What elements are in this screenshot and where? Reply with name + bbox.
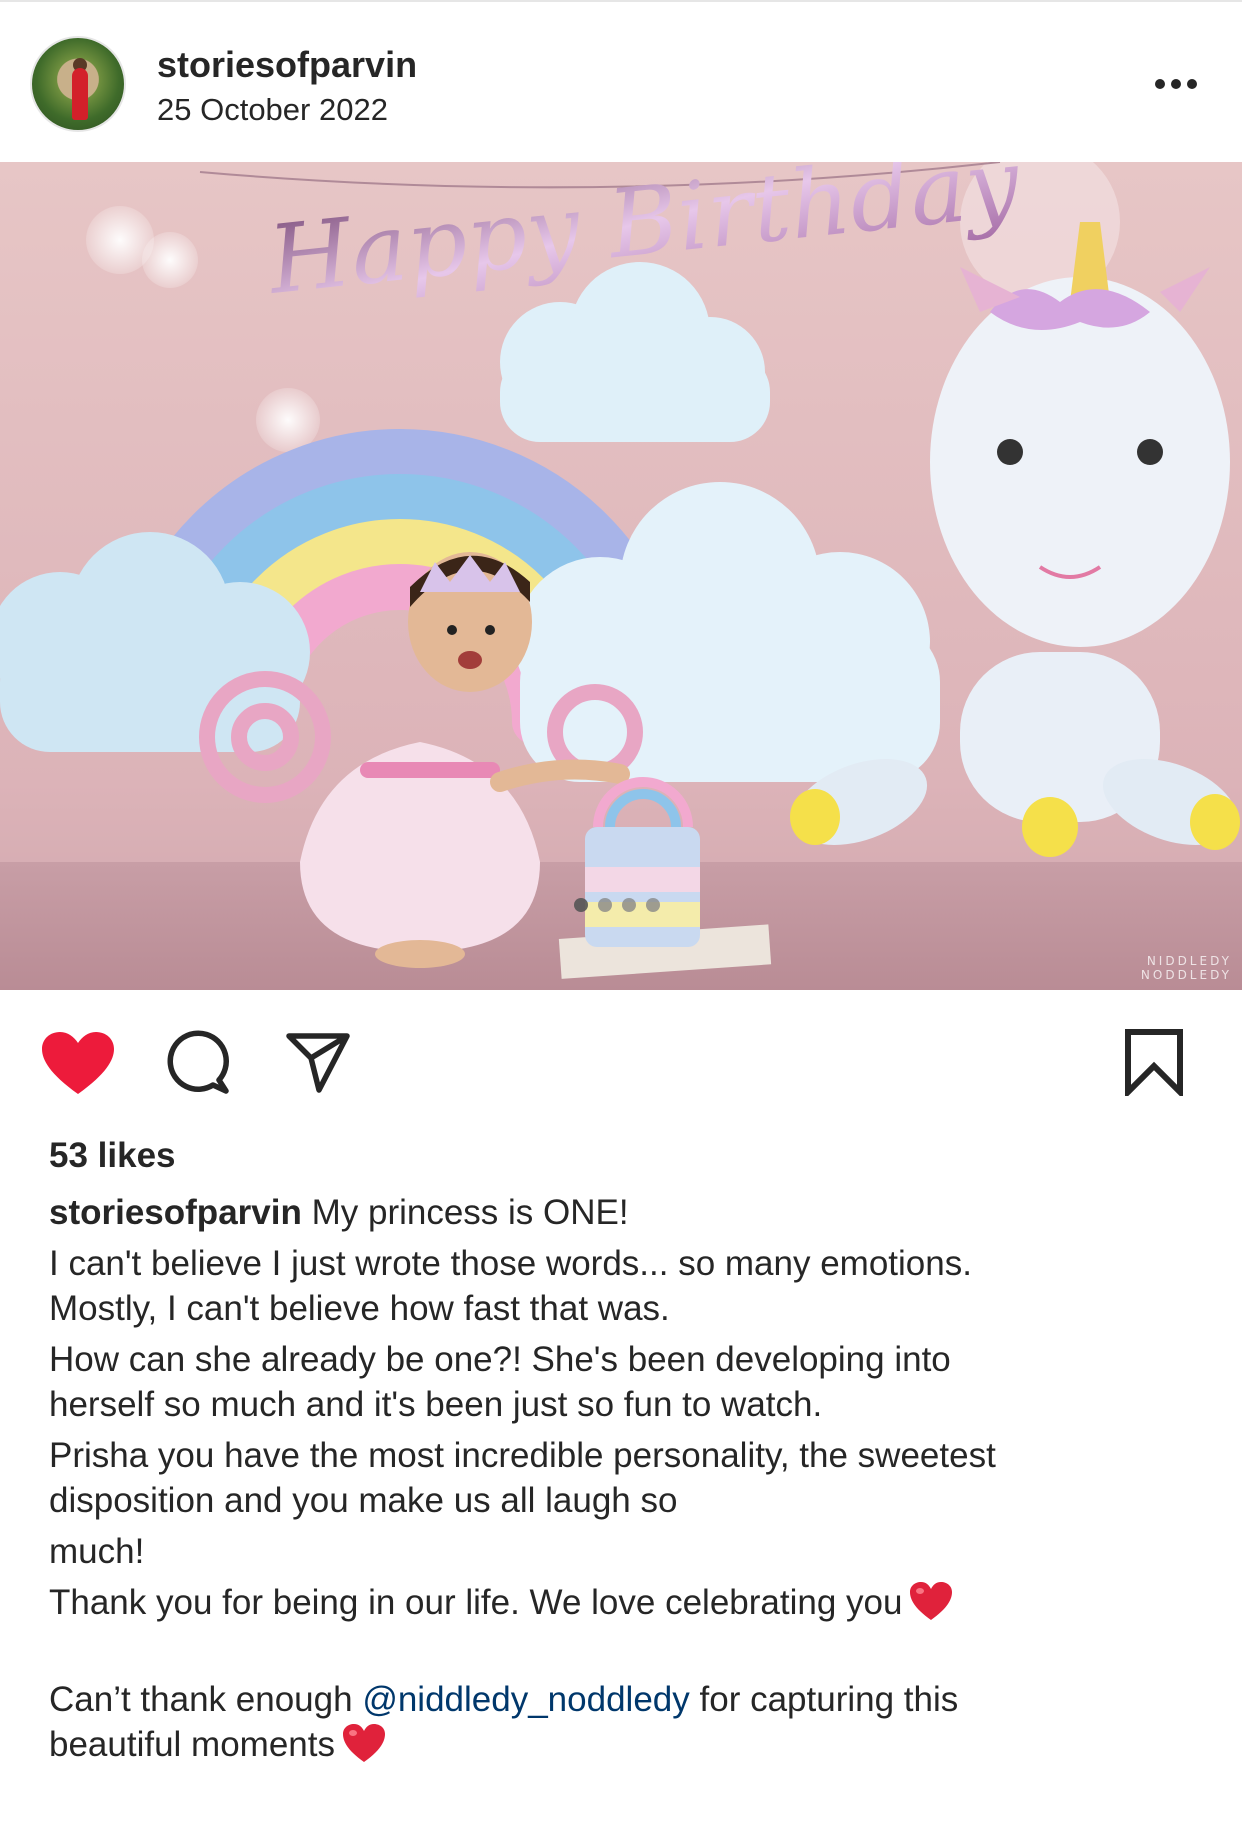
share-icon[interactable]: [285, 1028, 351, 1094]
avatar[interactable]: [30, 36, 126, 132]
caption-line: Can’t thank enough @niddledy_noddledy fo…: [49, 1677, 1209, 1722]
caption-text: Thank you for being in our life. We love…: [49, 1583, 903, 1622]
carousel-dot: [598, 898, 612, 912]
carousel-dot: [646, 898, 660, 912]
caption-text: beautiful moments: [49, 1725, 335, 1764]
caption-line: beautiful moments: [49, 1722, 1209, 1767]
caption-line: much!: [49, 1532, 145, 1571]
red-heart-emoji: [342, 1724, 385, 1762]
post-date: 25 October 2022: [157, 92, 388, 127]
watermark: NIDDLEDY: [1147, 954, 1232, 968]
caption-text: My princess is ONE!: [311, 1193, 629, 1232]
caption-text: Can’t thank enough: [49, 1680, 353, 1719]
comment-icon[interactable]: [165, 1030, 231, 1096]
action-bar: [0, 1020, 1242, 1100]
caption-line: Thank you for being in our life. We love…: [49, 1580, 1209, 1625]
heart-icon[interactable]: [40, 1030, 116, 1096]
caption-line: I can't believe I just wrote those words…: [49, 1244, 972, 1283]
caption-line: disposition and you make us all laugh so: [49, 1481, 678, 1520]
post-caption: storiesofparvin My princess is ONE! I ca…: [49, 1190, 1209, 1767]
more-options-icon[interactable]: [1152, 64, 1200, 104]
watermark: NODDLEDY: [1141, 968, 1232, 982]
carousel-dot-active: [574, 898, 588, 912]
caption-line: Prisha you have the most incredible pers…: [49, 1436, 996, 1475]
carousel-dot: [622, 898, 636, 912]
avatar-figure: [72, 68, 88, 120]
caption-line: herself so much and it's been just so fu…: [49, 1385, 823, 1424]
bookmark-icon[interactable]: [1124, 1028, 1184, 1096]
caption-text: for capturing this: [699, 1680, 959, 1719]
mention-link[interactable]: @niddledy_noddledy: [362, 1680, 689, 1719]
likes-count[interactable]: 53 likes: [49, 1136, 176, 1176]
caption-line: Mostly, I can't believe how fast that wa…: [49, 1289, 670, 1328]
bokeh-light: [256, 388, 320, 452]
post-username[interactable]: storiesofparvin: [157, 44, 417, 86]
post-photo[interactable]: Happy Birthday NIDDLEDY NODDLEDY: [0, 162, 1242, 990]
caption-username[interactable]: storiesofparvin: [49, 1193, 302, 1232]
red-heart-emoji: [910, 1582, 953, 1620]
caption-line: storiesofparvin My princess is ONE!: [49, 1190, 1209, 1235]
caption-line: How can she already be one?! She's been …: [49, 1340, 951, 1379]
bokeh-light: [142, 232, 198, 288]
post-header: storiesofparvin 25 October 2022: [0, 2, 1242, 162]
